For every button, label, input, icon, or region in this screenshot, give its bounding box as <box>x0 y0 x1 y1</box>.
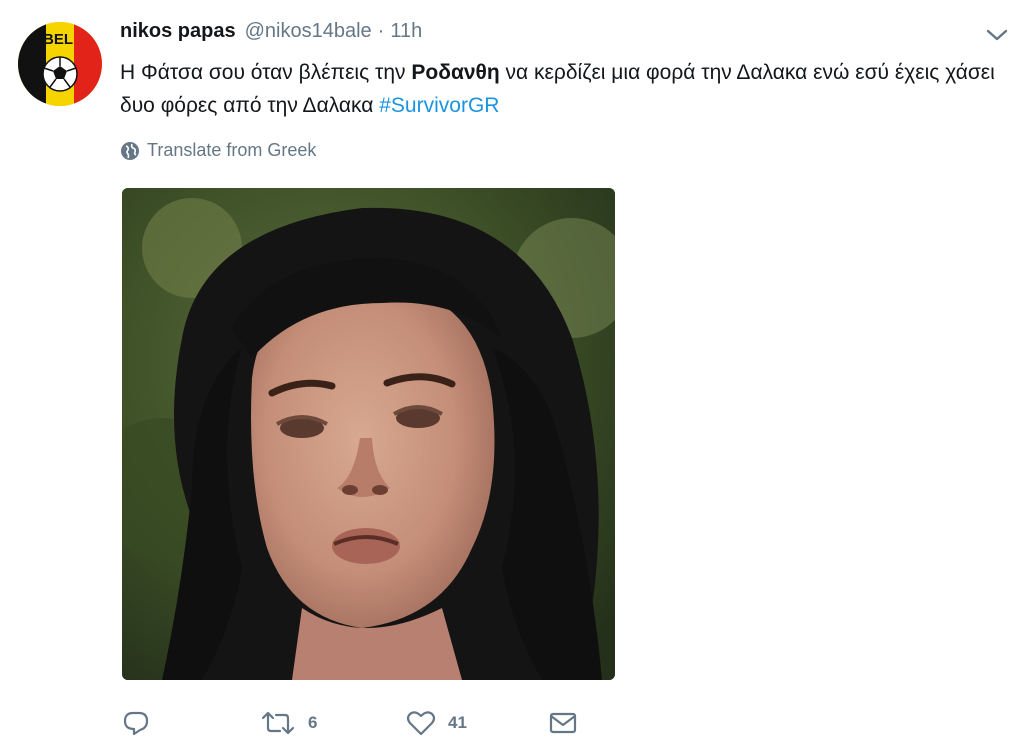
translate-label: Translate from Greek <box>147 140 317 160</box>
like-count: 41 <box>448 713 467 732</box>
author-handle[interactable]: @nikos14bale <box>245 20 372 43</box>
retweet-icon <box>261 711 295 735</box>
reply-button[interactable] <box>122 710 260 736</box>
tweet-timestamp[interactable]: 11h <box>390 20 422 43</box>
photo <box>122 188 615 680</box>
reply-icon <box>123 711 149 736</box>
globe-icon <box>121 141 139 160</box>
tweet-text: Η Φάτσα σου όταν βλέπεις την Ροδανθη να … <box>120 56 1010 122</box>
tweet: BEL nikos papas @nikos14bale · 11h Η Φάτ… <box>0 0 1024 744</box>
heart-icon <box>406 711 436 736</box>
tweet-header: nikos papas @nikos14bale · 11h <box>120 20 422 46</box>
tweet-actions: 6 41 <box>122 706 578 740</box>
chevron-down-icon[interactable] <box>984 24 1010 46</box>
avatar-text: BEL <box>43 31 73 48</box>
retweet-count: 6 <box>308 713 318 732</box>
tweet-text-bold: Ροδανθη <box>411 61 500 84</box>
author-name[interactable]: nikos papas <box>120 20 236 43</box>
tweet-media-image[interactable] <box>122 188 615 680</box>
translate-link[interactable]: Translate from Greek <box>120 140 316 161</box>
direct-message-button[interactable] <box>548 710 578 736</box>
header-separator: · <box>377 20 385 42</box>
like-button[interactable]: 41 <box>406 710 548 736</box>
avatar[interactable]: BEL <box>18 22 102 106</box>
envelope-icon <box>549 712 577 734</box>
tweet-text-part1: Η Φάτσα σου όταν βλέπεις την <box>120 61 412 84</box>
retweet-button[interactable]: 6 <box>260 710 406 736</box>
hashtag-link[interactable]: #SurvivorGR <box>379 94 499 117</box>
